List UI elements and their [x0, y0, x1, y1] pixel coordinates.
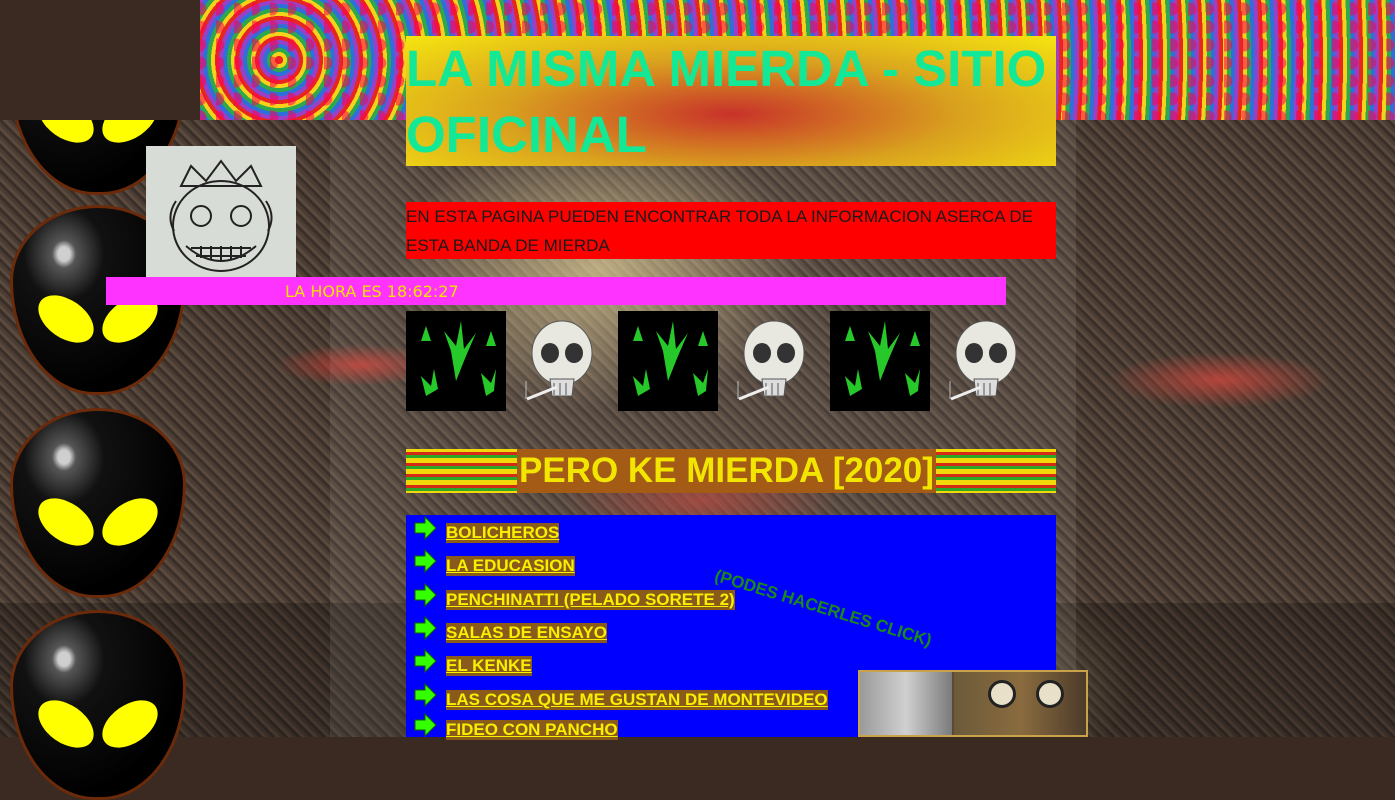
alien-head-icon: [10, 610, 186, 800]
band-photo: [858, 670, 1088, 737]
arrow-right-icon: [414, 648, 437, 674]
weed-leaves-icon: [406, 311, 506, 411]
arrow-right-icon: [414, 548, 437, 574]
intro-box: EN ESTA PAGINA PUEDEN ENCONTRAR TODA LA …: [406, 202, 1056, 259]
weed-leaves-icon: [830, 311, 930, 411]
page-title: LA MISMA MIERDA - SITIO OFICINAL: [406, 40, 1047, 163]
weed-leaves-icon: [618, 311, 718, 411]
smoking-skull-icon: [512, 311, 612, 411]
band-logo-drawing: [146, 146, 296, 296]
link-penchinatti[interactable]: PENCHINATTI (PELADO SORETE 2): [446, 590, 735, 610]
section-heading: PERO KE MIERDA [2020]: [517, 449, 936, 493]
smoking-skull-icon: [724, 311, 824, 411]
link-montevideo[interactable]: LAS COSA QUE ME GUSTAN DE MONTEVIDEO: [446, 690, 828, 710]
clock-bar: [106, 277, 1006, 305]
arrow-right-icon: [414, 515, 437, 541]
title-banner: LA MISMA MIERDA - SITIO OFICINAL: [406, 36, 1056, 166]
link-fideo-con-pancho[interactable]: FIDEO CON PANCHO: [446, 720, 618, 740]
link-el-kenke[interactable]: EL KENKE: [446, 656, 532, 676]
banner-overlay: [0, 0, 200, 120]
link-salas-de-ensayo[interactable]: SALAS DE ENSAYO: [446, 623, 607, 643]
clock-text: LA HORA ES 18:62:27: [285, 282, 459, 301]
link-la-educasion[interactable]: LA EDUCASION: [446, 556, 575, 576]
arrow-right-icon: [414, 615, 437, 641]
arrow-right-icon: [414, 582, 437, 608]
link-bolicheros[interactable]: BOLICHEROS: [446, 523, 560, 543]
smoking-skull-icon: [936, 311, 1036, 411]
arrow-right-icon: [414, 682, 437, 708]
intro-text: EN ESTA PAGINA PUEDEN ENCONTRAR TODA LA …: [406, 207, 1033, 255]
arrow-right-icon: [414, 712, 437, 738]
